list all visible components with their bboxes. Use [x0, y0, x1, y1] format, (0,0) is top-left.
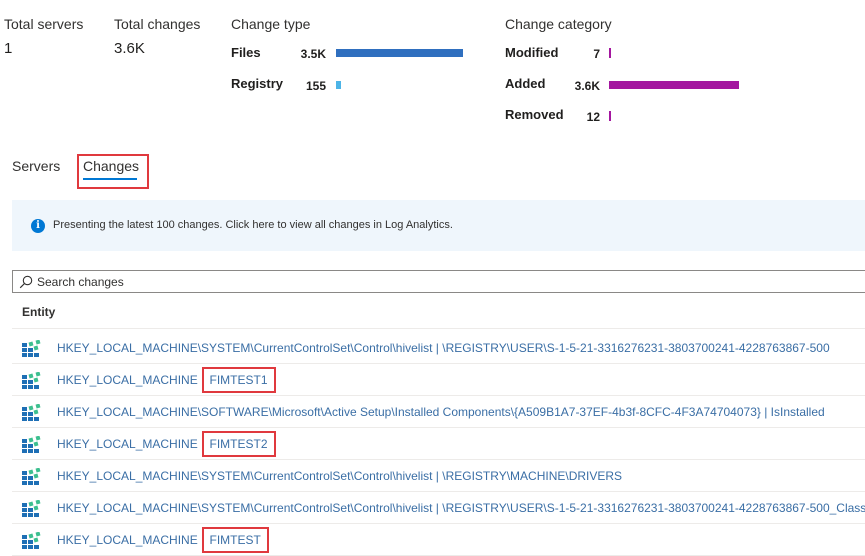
- column-header-entity[interactable]: Entity: [22, 305, 55, 319]
- search-input[interactable]: [37, 273, 857, 290]
- header-divider: [12, 328, 865, 329]
- table-row[interactable]: HKEY_LOCAL_MACHINE | FIMTEST2: [12, 428, 865, 460]
- entity-path: HKEY_LOCAL_MACHINE\SYSTEM\CurrentControl…: [57, 341, 830, 355]
- table-row[interactable]: HKEY_LOCAL_MACHINE\SYSTEM\CurrentControl…: [12, 460, 865, 492]
- change-type-files-label: Files: [231, 45, 261, 60]
- entity-path: HKEY_LOCAL_MACHINE |: [57, 437, 208, 451]
- total-changes-label: Total changes: [114, 16, 201, 32]
- table-row[interactable]: HKEY_LOCAL_MACHINE\SYSTEM\CurrentControl…: [12, 332, 865, 364]
- change-category-added-count: 3.6K: [574, 79, 600, 93]
- change-category-removed-count: 12: [586, 110, 600, 124]
- table-row[interactable]: HKEY_LOCAL_MACHINE\SYSTEM\CurrentControl…: [12, 492, 865, 524]
- search-icon: [19, 275, 33, 289]
- registry-icon: [22, 339, 42, 357]
- entity-link[interactable]: HKEY_LOCAL_MACHINE\SYSTEM\CurrentControl…: [57, 501, 865, 515]
- entity-highlighted-name: FIMTEST2: [201, 431, 276, 457]
- info-banner[interactable]: i Presenting the latest 100 changes. Cli…: [12, 200, 865, 251]
- entity-link[interactable]: HKEY_LOCAL_MACHINE | FIMTEST2: [57, 431, 276, 457]
- registry-icon: [22, 499, 42, 517]
- registry-icon: [22, 467, 42, 485]
- change-type-registry-bar[interactable]: [336, 81, 341, 89]
- table-row[interactable]: HKEY_LOCAL_MACHINE\SOFTWARE\Microsoft\Ac…: [12, 396, 865, 428]
- entity-link[interactable]: HKEY_LOCAL_MACHINE\SOFTWARE\Microsoft\Ac…: [57, 405, 825, 419]
- entity-path: HKEY_LOCAL_MACHINE |: [57, 533, 208, 547]
- entity-link[interactable]: HKEY_LOCAL_MACHINE\SYSTEM\CurrentControl…: [57, 469, 622, 483]
- entity-highlighted-name: FIMTEST1: [201, 367, 276, 393]
- registry-icon: [22, 371, 42, 389]
- total-servers: Total servers 1: [4, 16, 83, 57]
- entity-path: HKEY_LOCAL_MACHINE |: [57, 373, 208, 387]
- info-banner-text[interactable]: Presenting the latest 100 changes. Click…: [53, 219, 453, 231]
- change-category-modified-label: Modified: [505, 45, 559, 60]
- entity-link[interactable]: HKEY_LOCAL_MACHINE | FIMTEST: [57, 527, 269, 553]
- change-category-modified-count: 7: [593, 47, 600, 61]
- change-category-modified-bar[interactable]: [609, 48, 611, 58]
- entity-path: HKEY_LOCAL_MACHINE\SOFTWARE\Microsoft\Ac…: [57, 405, 825, 419]
- search-box[interactable]: [12, 270, 865, 293]
- change-category-added-bar[interactable]: [609, 81, 739, 89]
- registry-icon: [22, 531, 42, 549]
- entity-link[interactable]: HKEY_LOCAL_MACHINE | FIMTEST1: [57, 367, 276, 393]
- change-type-registry-count: 155: [305, 79, 326, 93]
- total-servers-value: 1: [4, 40, 13, 57]
- total-servers-label: Total servers: [4, 16, 84, 32]
- table-row[interactable]: HKEY_LOCAL_MACHINE | FIMTEST1: [12, 364, 865, 396]
- change-category-title: Change category: [505, 16, 612, 32]
- change-category-added-label: Added: [505, 76, 546, 91]
- change-category-removed-label: Removed: [505, 107, 564, 122]
- tab-changes-highlight-box: [77, 154, 149, 189]
- change-type-files-count: 3.5K: [300, 47, 326, 61]
- entity-path: HKEY_LOCAL_MACHINE\SYSTEM\CurrentControl…: [57, 469, 623, 483]
- tab-servers[interactable]: Servers: [12, 158, 60, 174]
- registry-icon: [22, 403, 42, 421]
- table-row[interactable]: HKEY_LOCAL_MACHINE | FIMTEST: [12, 524, 865, 556]
- entity-link[interactable]: HKEY_LOCAL_MACHINE\SYSTEM\CurrentControl…: [57, 341, 830, 355]
- registry-icon: [22, 435, 42, 453]
- total-changes-value: 3.6K: [114, 40, 145, 57]
- change-type-registry-label: Registry: [231, 76, 284, 91]
- info-icon: i: [31, 219, 45, 233]
- entity-highlighted-name: FIMTEST: [201, 527, 269, 553]
- change-category-removed-bar[interactable]: [609, 111, 611, 121]
- change-type-files-bar[interactable]: [336, 49, 463, 57]
- entity-path: HKEY_LOCAL_MACHINE\SYSTEM\CurrentControl…: [57, 501, 865, 515]
- change-type-title: Change type: [231, 16, 311, 32]
- total-changes: Total changes 3.6K: [114, 16, 200, 57]
